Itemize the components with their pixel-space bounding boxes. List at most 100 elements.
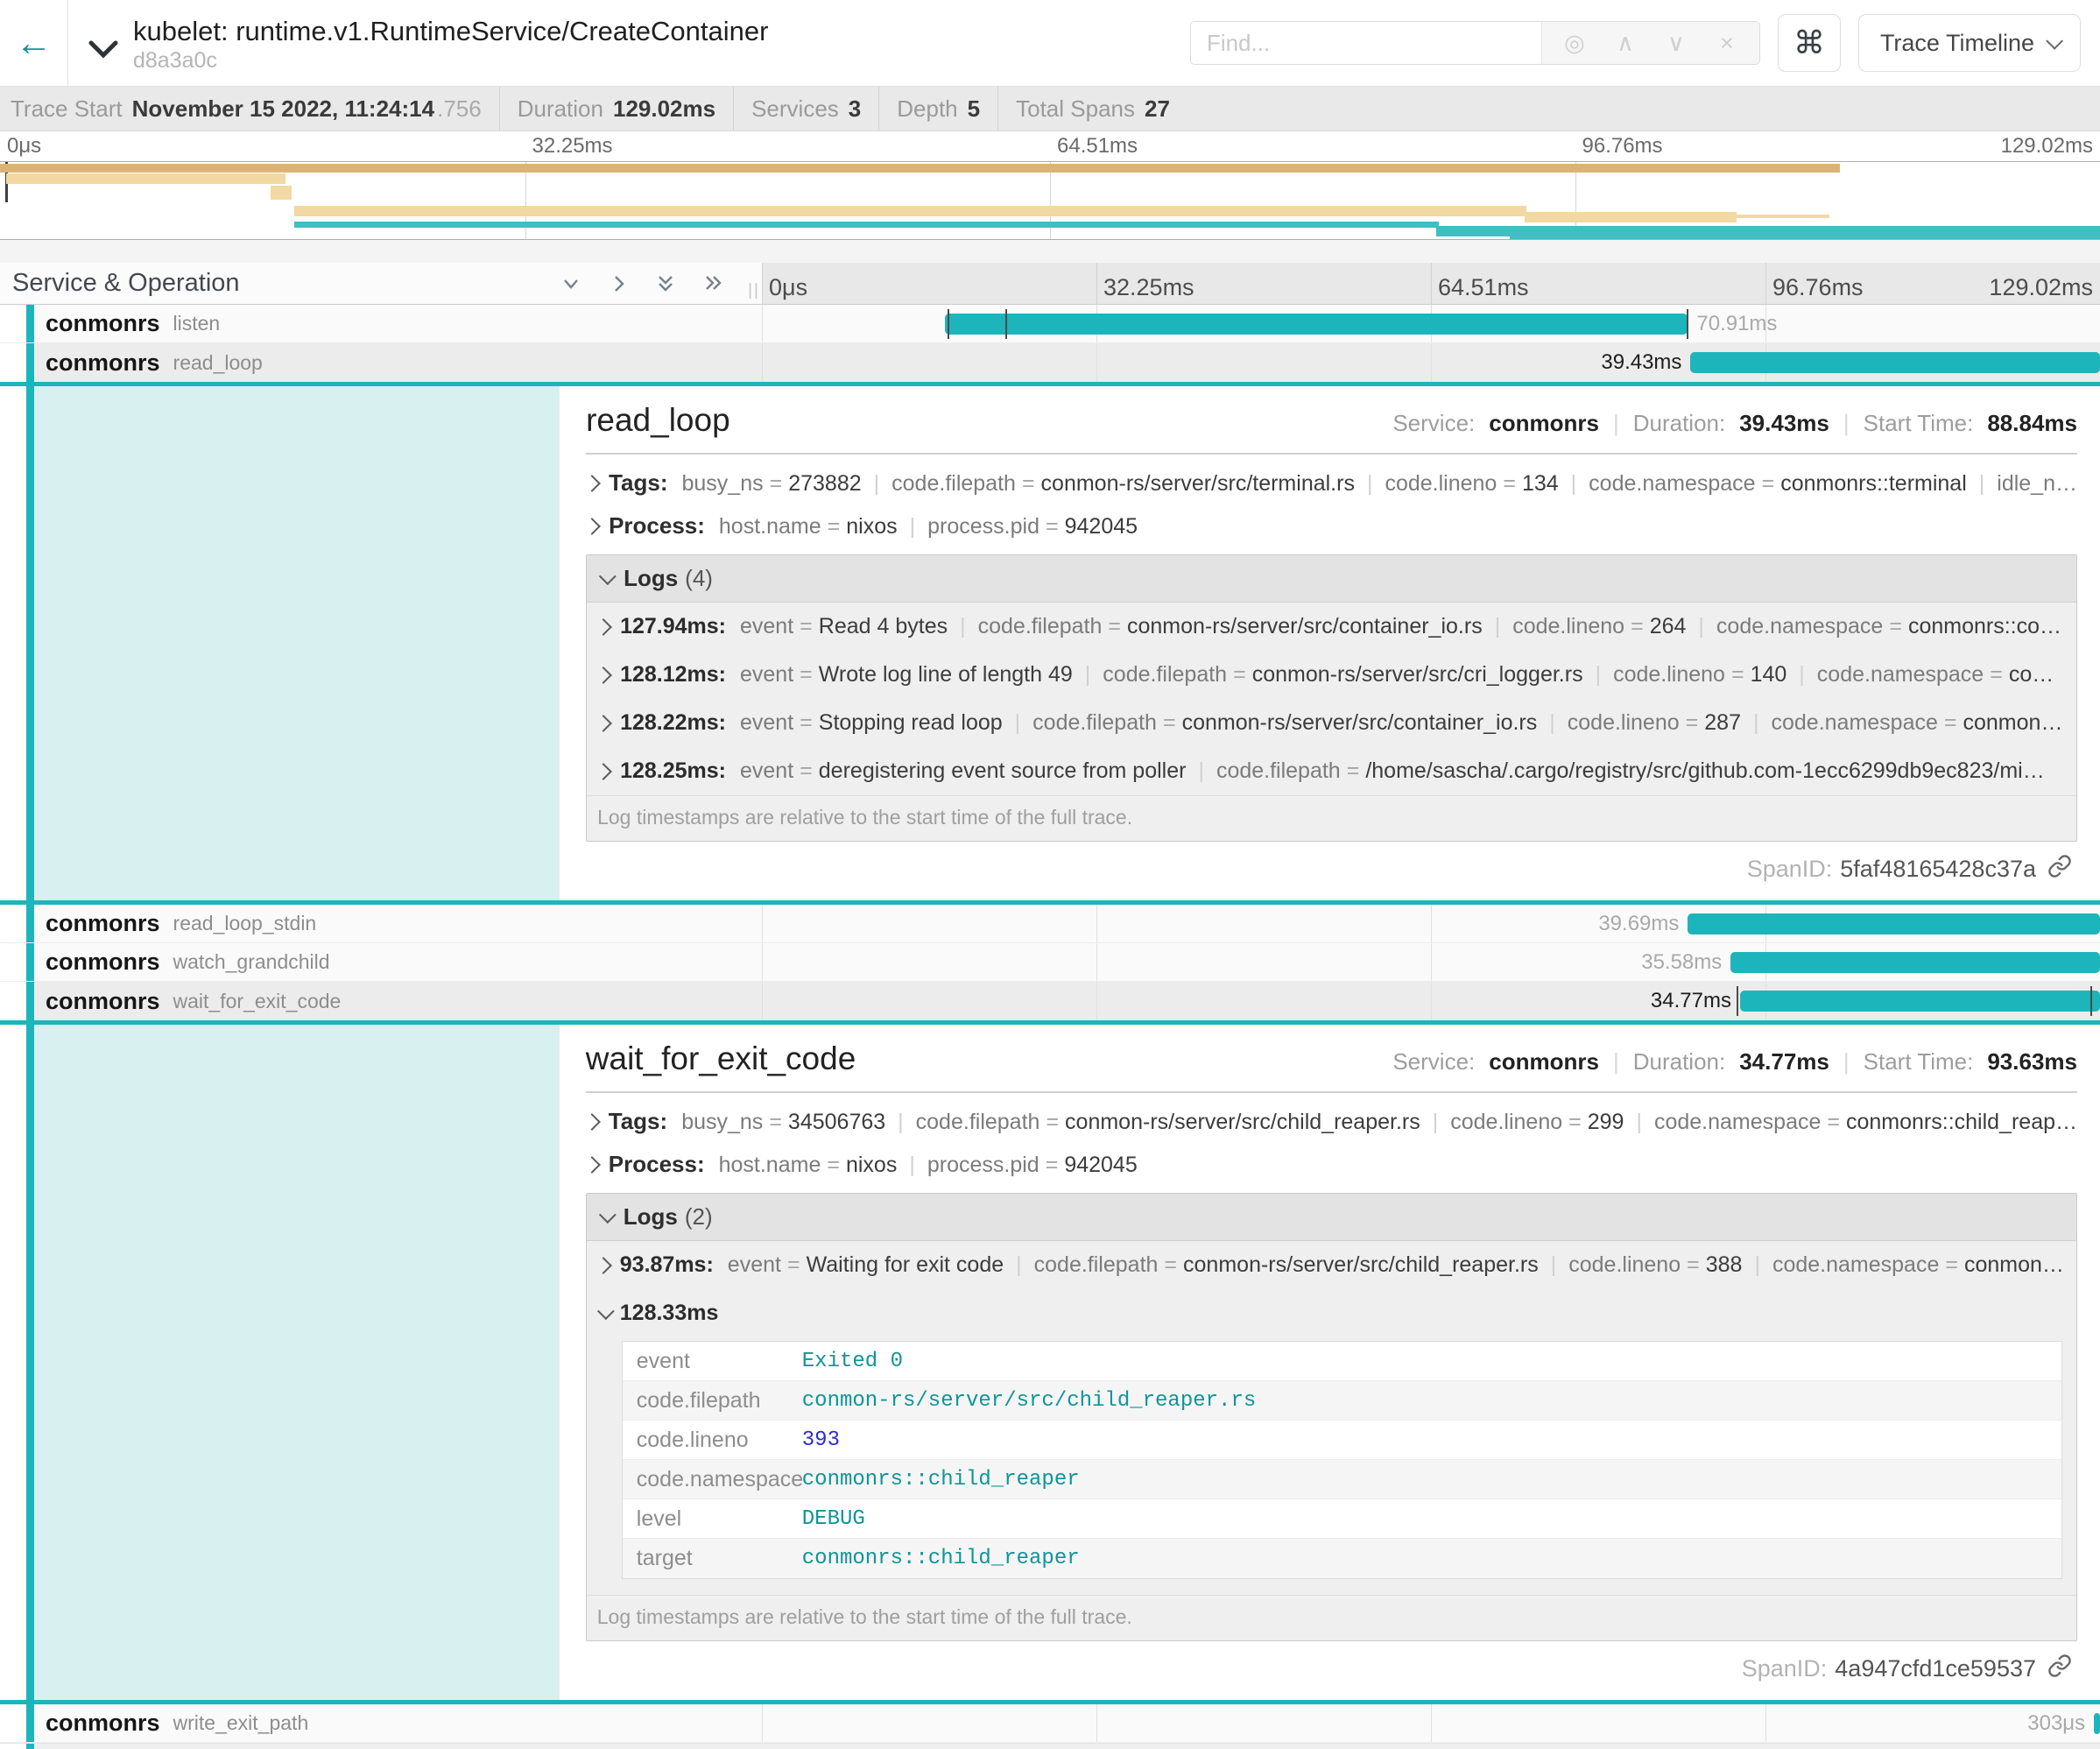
copy-link-icon[interactable] — [2047, 854, 2072, 885]
find-input[interactable] — [1191, 22, 1541, 64]
expand-one-icon[interactable] — [608, 273, 629, 294]
kv-value: 287 — [1704, 710, 1741, 735]
minimap-span-bar — [1737, 215, 1829, 218]
duration-value: 34.77ms — [1739, 1048, 1829, 1075]
logs-header[interactable]: Logs (4) — [587, 555, 2076, 603]
span-service[interactable]: conmonrs — [46, 1710, 160, 1737]
span-service[interactable]: conmonrs — [46, 910, 160, 937]
span-service[interactable]: conmonrs — [46, 349, 160, 377]
copy-link-icon[interactable] — [2047, 1654, 2072, 1684]
clear-search-icon[interactable]: × — [1702, 30, 1752, 57]
span-bar-area[interactable]: 303μs — [762, 1704, 2100, 1742]
equals-sign: = — [1562, 1110, 1588, 1134]
span-row-write-exit-path[interactable]: conmonrs write_exit_path 303μs — [0, 1704, 2100, 1743]
ruler-tick: 129.02ms — [1989, 274, 2093, 301]
span-row-listen[interactable]: conmonrs listen 70.91ms — [0, 305, 2100, 343]
span-row-read-loop[interactable]: conmonrs read_loop 39.43ms — [0, 343, 2100, 382]
span-service[interactable]: conmonrs — [46, 310, 160, 337]
kv-value: conmonrs::co… — [1908, 614, 2061, 638]
find-controls: ◎∧∨× — [1541, 22, 1759, 64]
log-entry[interactable]: 128.12ms:event=Wrote log line of length … — [587, 651, 2076, 699]
tags-row[interactable]: Tags: busy_ns=273882|code.filepath=conmo… — [586, 462, 2077, 504]
collapse-all-icon[interactable] — [655, 273, 676, 294]
span-service[interactable]: conmonrs — [46, 988, 160, 1015]
field-value: conmonrs::child_reaper — [802, 1468, 1080, 1492]
field-key: target — [623, 1546, 802, 1571]
span-bar-area[interactable]: 34.77ms — [762, 982, 2100, 1020]
divider: | — [1979, 471, 1985, 496]
trace-view-label: Trace Timeline — [1880, 30, 2034, 57]
minimap-canvas[interactable] — [0, 161, 2100, 240]
column-resizer-handle[interactable]: || — [748, 281, 760, 300]
divider: | — [1613, 410, 1619, 437]
log-timestamp: 128.22ms: — [620, 710, 726, 736]
span-rows: conmonrs listen 70.91ms conmonrs read_lo… — [0, 305, 2100, 1749]
expand-all-icon[interactable] — [702, 273, 723, 294]
page-title: kubelet: runtime.v1.RuntimeService/Creat… — [133, 16, 768, 47]
row-indent — [0, 905, 26, 942]
span-operation: read_loop_stdin — [173, 912, 317, 935]
field-value: Exited 0 — [802, 1350, 903, 1373]
kv-key: code.lineno — [1568, 1252, 1681, 1277]
minimap-span-bar — [294, 206, 1527, 216]
logs-header[interactable]: Logs (2) — [587, 1194, 2076, 1241]
summary-value: November 15 2022, 11:24:14 — [132, 87, 434, 130]
log-entry-expanded[interactable]: 128.33ms — [587, 1289, 2076, 1337]
prev-result-icon[interactable]: ∧ — [1600, 30, 1651, 57]
keyboard-shortcuts-button[interactable]: ⌘ — [1778, 14, 1841, 72]
scroll-to-match-icon[interactable]: ◎ — [1549, 30, 1600, 57]
span-bar-area[interactable]: 39.69ms — [762, 905, 2100, 942]
divider: | — [1016, 1252, 1022, 1278]
kv-value: nixos — [846, 1153, 897, 1177]
row-indent — [0, 982, 26, 1020]
kv-value: conmon-rs/server/src/container_io.rs — [1127, 614, 1483, 638]
process-row[interactable]: Process: host.name=nixos|process.pid=942… — [586, 504, 2077, 547]
trace-view-selector[interactable]: Trace Timeline — [1858, 14, 2081, 72]
key-value-pair: host.name=nixos — [719, 514, 898, 539]
log-entry[interactable]: 127.94ms:event=Read 4 bytes|code.filepat… — [587, 603, 2076, 651]
span-bar-area[interactable]: 35.58ms — [762, 943, 2100, 981]
collapse-header-chevron-icon[interactable] — [88, 39, 119, 64]
log-marker-tick — [948, 309, 949, 339]
row-indent — [0, 943, 26, 981]
kv-key: code.filepath — [891, 471, 1016, 496]
span-row-watch-grandchild[interactable]: conmonrs watch_grandchild 35.58ms — [0, 943, 2100, 982]
span-operation: wait_for_exit_code — [173, 990, 342, 1013]
span-bar-area[interactable]: 39.43ms — [762, 343, 2100, 382]
ruler-tick: 96.76ms — [1772, 274, 1864, 301]
span-duration-bar[interactable] — [945, 314, 1688, 335]
collapse-one-icon[interactable] — [560, 273, 581, 294]
kv-key: code.filepath — [978, 614, 1103, 638]
span-duration-bar[interactable] — [1690, 352, 2100, 373]
table-row: code.namespaceconmonrs::child_reaper — [623, 1460, 2061, 1499]
tags-row[interactable]: Tags: busy_ns=34506763|code.filepath=con… — [586, 1100, 2077, 1143]
span-row-read-loop-stdin[interactable]: conmonrs read_loop_stdin 39.69ms — [0, 905, 2100, 943]
kv-key: code.namespace — [1716, 614, 1883, 638]
key-value-pair: code.filepath=conmon-rs/server/src/conta… — [1032, 710, 1537, 736]
minimap-ruler: 0μs 32.25ms 64.51ms 96.76ms 129.02ms — [0, 131, 2100, 161]
span-row-wait-for-exit-code[interactable]: conmonrs wait_for_exit_code 34.77ms — [0, 982, 2100, 1020]
equals-sign: = — [793, 758, 819, 783]
log-timestamp: 127.94ms: — [620, 614, 726, 639]
span-duration-bar[interactable] — [2094, 1713, 2100, 1734]
process-row[interactable]: Process: host.name=nixos|process.pid=942… — [586, 1143, 2077, 1186]
kv-key: process.pid — [927, 1153, 1039, 1177]
divider: | — [1551, 1252, 1557, 1278]
log-entry[interactable]: 128.22ms:event=Stopping read loop|code.f… — [587, 699, 2076, 747]
divider — [586, 453, 2077, 455]
next-result-icon[interactable]: ∨ — [1651, 30, 1702, 57]
log-entry[interactable]: 93.87ms:event=Waiting for exit code|code… — [587, 1241, 2076, 1289]
log-entry[interactable]: 128.25ms:event=deregistering event sourc… — [587, 747, 2076, 795]
equals-sign: = — [764, 471, 789, 496]
span-duration-bar[interactable] — [1688, 913, 2100, 934]
back-button[interactable]: ← — [0, 0, 68, 86]
span-duration-bar[interactable] — [1730, 952, 2100, 973]
span-bar-area[interactable]: 70.91ms — [762, 305, 2100, 342]
span-color-indicator — [26, 343, 34, 382]
kv-value: 264 — [1650, 614, 1687, 638]
row-indent — [0, 343, 26, 382]
span-duration-bar[interactable] — [1740, 991, 2100, 1012]
span-service[interactable]: conmonrs — [46, 949, 160, 976]
key-value-pair: code.namespace=conmonrs::child_reap… — [1654, 1110, 2077, 1134]
equals-sign: = — [1227, 662, 1252, 687]
